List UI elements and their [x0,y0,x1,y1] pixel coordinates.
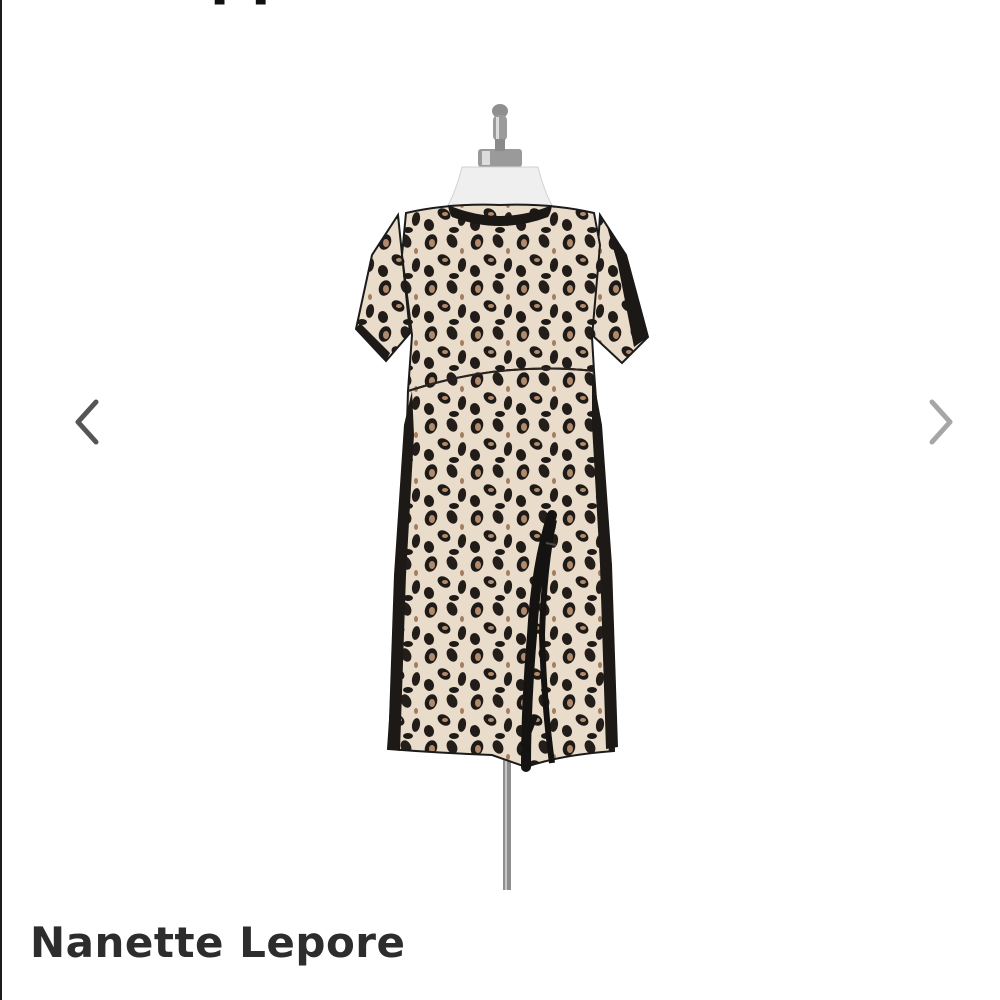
chevron-right-icon [929,399,953,445]
chevron-left-icon [75,399,99,445]
gallery-next-button[interactable] [910,392,970,452]
product-brand-name[interactable]: Nanette Lepore [30,918,406,967]
product-gallery [0,0,1000,900]
gallery-prev-button[interactable] [58,392,118,452]
product-image[interactable] [330,95,670,895]
